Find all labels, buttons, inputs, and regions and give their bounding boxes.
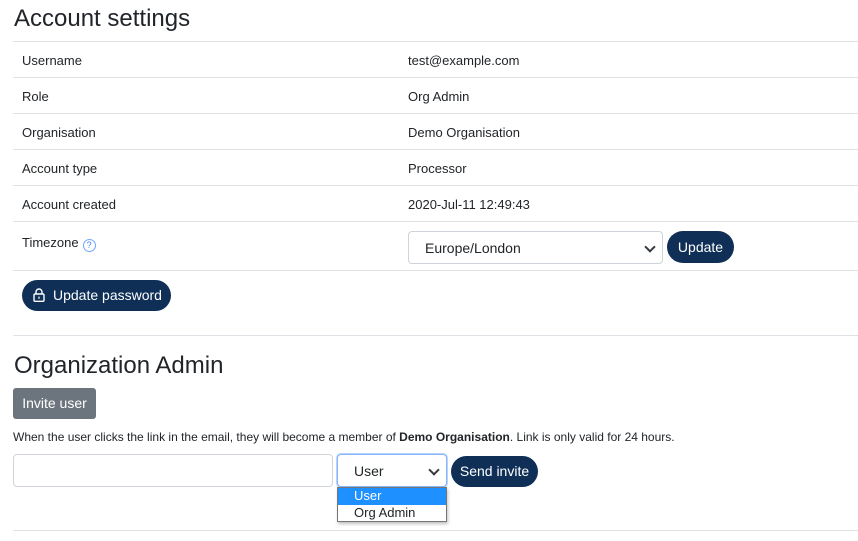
invite-user-button[interactable]: Invite user [13,388,96,419]
role-select[interactable]: User [337,454,447,487]
username-value: test@example.com [408,53,520,68]
update-password-button[interactable]: Update password [22,280,171,311]
timezone-select[interactable]: Europe/London [408,231,663,264]
account-created-label: Account created [22,197,116,212]
username-label: Username [22,53,82,68]
invite-note-org: Demo Organisation [399,430,510,444]
invite-email-input[interactable] [13,454,333,487]
role-option-org-admin[interactable]: Org Admin [338,505,446,522]
section-divider [13,530,858,531]
help-icon[interactable]: ? [82,239,96,252]
table-row: Account type Processor [13,149,858,185]
account-settings-heading: Account settings [14,5,191,32]
timezone-label-text: Timezone [22,235,79,250]
section-divider [13,335,858,336]
send-invite-button[interactable]: Send invite [451,456,538,487]
organisation-value: Demo Organisation [408,125,520,140]
account-settings-table: Username test@example.com Role Org Admin… [13,41,858,271]
chevron-down-icon [644,241,656,253]
table-row: Account created 2020-Jul-11 12:49:43 [13,185,858,221]
invite-note: When the user clicks the link in the ema… [13,430,675,444]
account-created-value: 2020-Jul-11 12:49:43 [408,197,530,212]
update-timezone-button[interactable]: Update [667,231,734,263]
organisation-label: Organisation [22,125,96,140]
timezone-label: Timezone? [22,235,96,252]
update-password-label: Update password [53,287,162,303]
timezone-row: Timezone? Europe/London Update [13,221,858,271]
role-value: Org Admin [408,89,470,104]
organization-admin-heading: Organization Admin [14,352,224,379]
role-label: Role [22,89,49,104]
account-type-value: Processor [408,161,467,176]
role-option-user[interactable]: User [338,488,446,505]
timezone-selected-value: Europe/London [425,240,521,256]
role-selected-value: User [354,463,384,479]
lock-icon [33,288,45,302]
invite-note-suffix: . Link is only valid for 24 hours. [509,430,675,444]
table-row: Role Org Admin [13,77,858,113]
role-dropdown-list: User Org Admin [337,487,447,522]
table-row: Organisation Demo Organisation [13,113,858,149]
table-row: Username test@example.com [13,41,858,77]
chevron-down-icon [428,464,440,476]
invite-note-text: When the user clicks the link in the ema… [13,430,400,444]
account-type-label: Account type [22,161,98,176]
